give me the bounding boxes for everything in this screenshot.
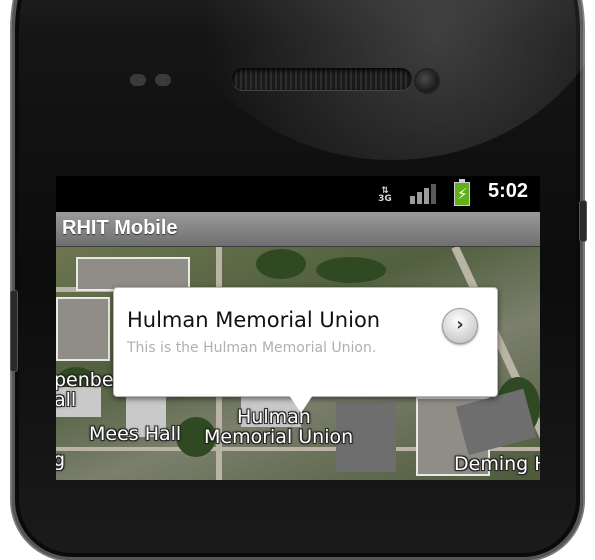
network-type-icon: ⇅ 3G [378,186,392,204]
light-sensor [155,74,171,86]
front-camera [416,70,438,92]
device-screen: ⇅ 3G ⚡ 5:02 RHIT Mobile penber all Mees … [56,176,540,480]
map-trees [316,257,386,283]
map-label-building: all [56,389,77,411]
map-trees [256,249,306,279]
parking-lot [76,257,190,291]
volume-button [10,290,18,372]
proximity-sensor [130,74,146,86]
signal-icon [410,184,438,204]
location-popup[interactable]: Hulman Memorial Union This is the Hulman… [113,287,498,397]
popup-pointer [289,395,313,413]
app-title: RHIT Mobile [62,217,178,239]
status-bar: ⇅ 3G ⚡ 5:02 [56,176,540,212]
popup-title: Hulman Memorial Union [127,308,381,332]
earpiece-speaker [232,68,412,90]
popup-details-button[interactable]: › [442,308,478,344]
map-label-edge: g [56,449,66,471]
map-label-building: penber [56,369,122,391]
app-title-bar: RHIT Mobile [56,212,540,247]
popup-description: This is the Hulman Memorial Union. [127,340,377,356]
parking-lot [56,297,110,361]
map-label-hulman-line2: Memorial Union [204,426,354,448]
battery-charging-icon: ⚡ [454,179,470,206]
chevron-right-icon: › [456,314,464,335]
campus-map[interactable]: penber all Mees Hall Hulman Memorial Uni… [56,247,540,480]
map-label-deming: Deming H [454,453,540,475]
power-button [579,200,587,242]
status-time: 5:02 [488,180,529,202]
network-type-label: 3G [378,194,392,204]
map-label-mees-hall: Mees Hall [89,423,182,445]
